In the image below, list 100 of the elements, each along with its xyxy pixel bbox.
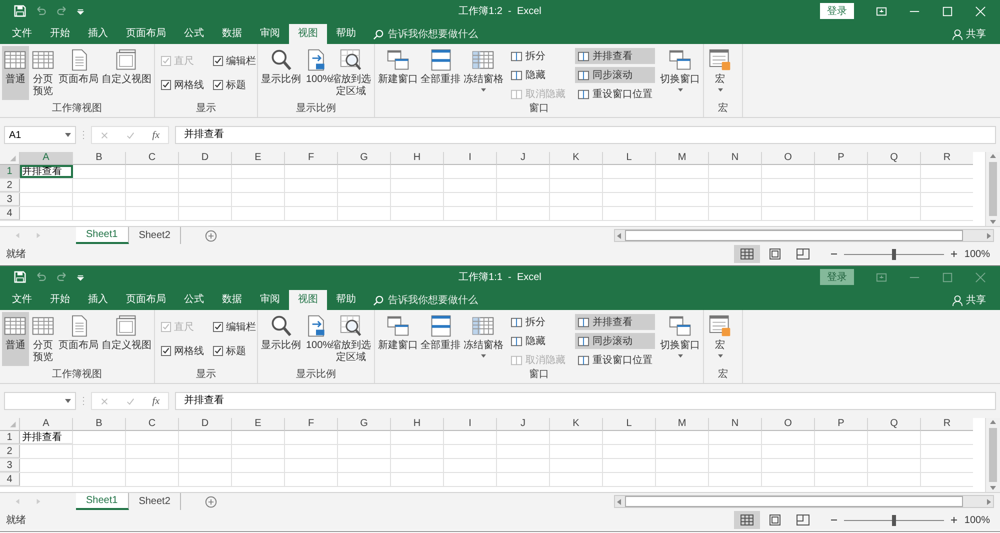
column-header[interactable]: M [656,418,709,431]
ribbon-button[interactable]: 切换窗口 [659,46,701,100]
sheet-tab[interactable]: Sheet1 [76,227,129,244]
column-header[interactable]: P [815,418,868,431]
sheet-tab[interactable]: Sheet1 [76,493,129,510]
scroll-right-icon[interactable] [985,498,993,506]
column-header[interactable]: L [603,152,656,165]
customize-icon[interactable] [77,8,84,14]
tell-me-search[interactable]: 告诉我你想要做什么 [373,290,478,310]
ribbon-tab[interactable]: 页面布局 [117,24,175,44]
zoom-in-icon[interactable] [950,250,958,258]
share-button[interactable]: 共享 [952,24,1000,44]
column-header[interactable]: Q [868,418,921,431]
ribbon-tab[interactable]: 插入 [79,24,117,44]
customize-icon[interactable] [77,274,84,280]
save-icon[interactable] [14,271,26,283]
ribbon-tab[interactable]: 审阅 [251,290,289,310]
vertical-scrollbar[interactable] [985,152,1000,226]
ribbon-button[interactable]: 全部重排 [420,46,462,100]
row-header[interactable]: 2 [0,179,20,192]
ribbon-tab[interactable]: 帮助 [327,24,365,44]
column-header[interactable]: I [444,152,497,165]
share-button[interactable]: 共享 [952,290,1000,310]
close-icon[interactable] [975,6,986,16]
column-header[interactable]: J [497,152,550,165]
ribbon-tab[interactable]: 数据 [213,24,251,44]
ribbon-button[interactable]: 普通 [2,46,29,100]
row-header[interactable]: 1 [0,165,20,178]
ribbon-button[interactable]: 宏 [706,46,734,100]
row-header[interactable]: 4 [0,207,20,220]
ribbon-tab[interactable]: 插入 [79,290,117,310]
column-header[interactable]: R [921,152,973,165]
ribbon-tab[interactable]: 文件 [3,290,41,310]
column-header[interactable]: H [391,152,444,165]
ribbon-button[interactable]: 宏 [706,312,734,366]
login-button[interactable]: 登录 [820,269,854,285]
checkbox[interactable]: 标题 [213,344,256,358]
column-header[interactable]: I [444,418,497,431]
column-header[interactable]: H [391,418,444,431]
scroll-left-icon[interactable] [615,498,623,506]
column-header[interactable]: J [497,418,550,431]
column-header[interactable]: N [709,418,762,431]
column-header[interactable]: C [126,152,179,165]
ribbon-button[interactable]: 100% [302,312,330,366]
ribbon-tab[interactable]: 视图 [289,290,327,310]
ribbon-tab[interactable]: 开始 [41,290,79,310]
column-header[interactable]: R [921,418,973,431]
ribbon-button[interactable]: 拆分 [508,314,568,330]
ribbon-button[interactable]: 显示比例 [260,312,302,366]
ribbon-tab[interactable]: 公式 [175,290,213,310]
ribbon-button[interactable]: 拆分 [508,48,568,64]
insert-function-button[interactable]: fx [152,130,160,140]
name-box[interactable]: A1 [4,126,76,144]
ribbon-tab[interactable]: 帮助 [327,290,365,310]
table-cell[interactable]: 并排查看 [20,431,73,444]
add-sheet-icon[interactable] [205,230,218,242]
ribbon-tab[interactable]: 页面布局 [117,290,175,310]
horizontal-scrollbar[interactable] [614,229,994,242]
ribbon-button[interactable]: 切换窗口 [659,312,701,366]
ribbon-button[interactable]: 重设窗口位置 [575,352,656,368]
ribbon-button[interactable]: 全部重排 [420,312,462,366]
insert-function-button[interactable]: fx [152,396,160,406]
ribbon-button[interactable]: 新建窗口 [377,46,419,100]
login-button[interactable]: 登录 [820,3,854,19]
column-header[interactable]: E [232,418,285,431]
column-header[interactable]: K [550,152,603,165]
undo-icon[interactable] [35,271,47,283]
row-header[interactable]: 4 [0,473,20,486]
column-header[interactable]: A [20,418,73,431]
checkbox[interactable]: 标题 [213,78,256,92]
ribbon-button[interactable]: 分页预览 [30,46,57,100]
ribbon-tab[interactable]: 开始 [41,24,79,44]
column-header[interactable]: P [815,152,868,165]
column-header[interactable]: D [179,152,232,165]
zoom-thumb[interactable] [892,514,896,526]
column-header[interactable]: G [338,152,391,165]
enter-icon[interactable] [126,130,136,140]
column-header[interactable]: O [762,152,815,165]
ribbon-button[interactable]: 新建窗口 [377,312,419,366]
ribbon-button[interactable]: 分页预览 [30,312,57,366]
ribbon-button[interactable]: 冻结窗格 [462,46,504,100]
ribbon-button[interactable]: 显示比例 [260,46,302,100]
row-header[interactable]: 3 [0,193,20,206]
select-all-icon[interactable] [0,152,20,165]
column-header[interactable]: K [550,418,603,431]
column-header[interactable]: Q [868,152,921,165]
undo-icon[interactable] [35,5,47,17]
column-header[interactable]: B [73,152,126,165]
cancel-icon[interactable] [100,396,110,406]
zoom-in-icon[interactable] [950,516,958,524]
enter-icon[interactable] [126,396,136,406]
row-header[interactable]: 1 [0,431,20,444]
formula-field[interactable]: 并排查看 [175,126,996,144]
column-header[interactable]: O [762,418,815,431]
ribbon-button[interactable]: 隐藏 [508,333,568,349]
column-header[interactable]: G [338,418,391,431]
column-header[interactable]: A [20,152,73,165]
ribbon-button[interactable]: 同步滚动 [575,67,656,83]
checkbox[interactable]: 编辑栏 [213,320,256,334]
ribbon-button[interactable]: 自定义视图 [100,46,152,100]
